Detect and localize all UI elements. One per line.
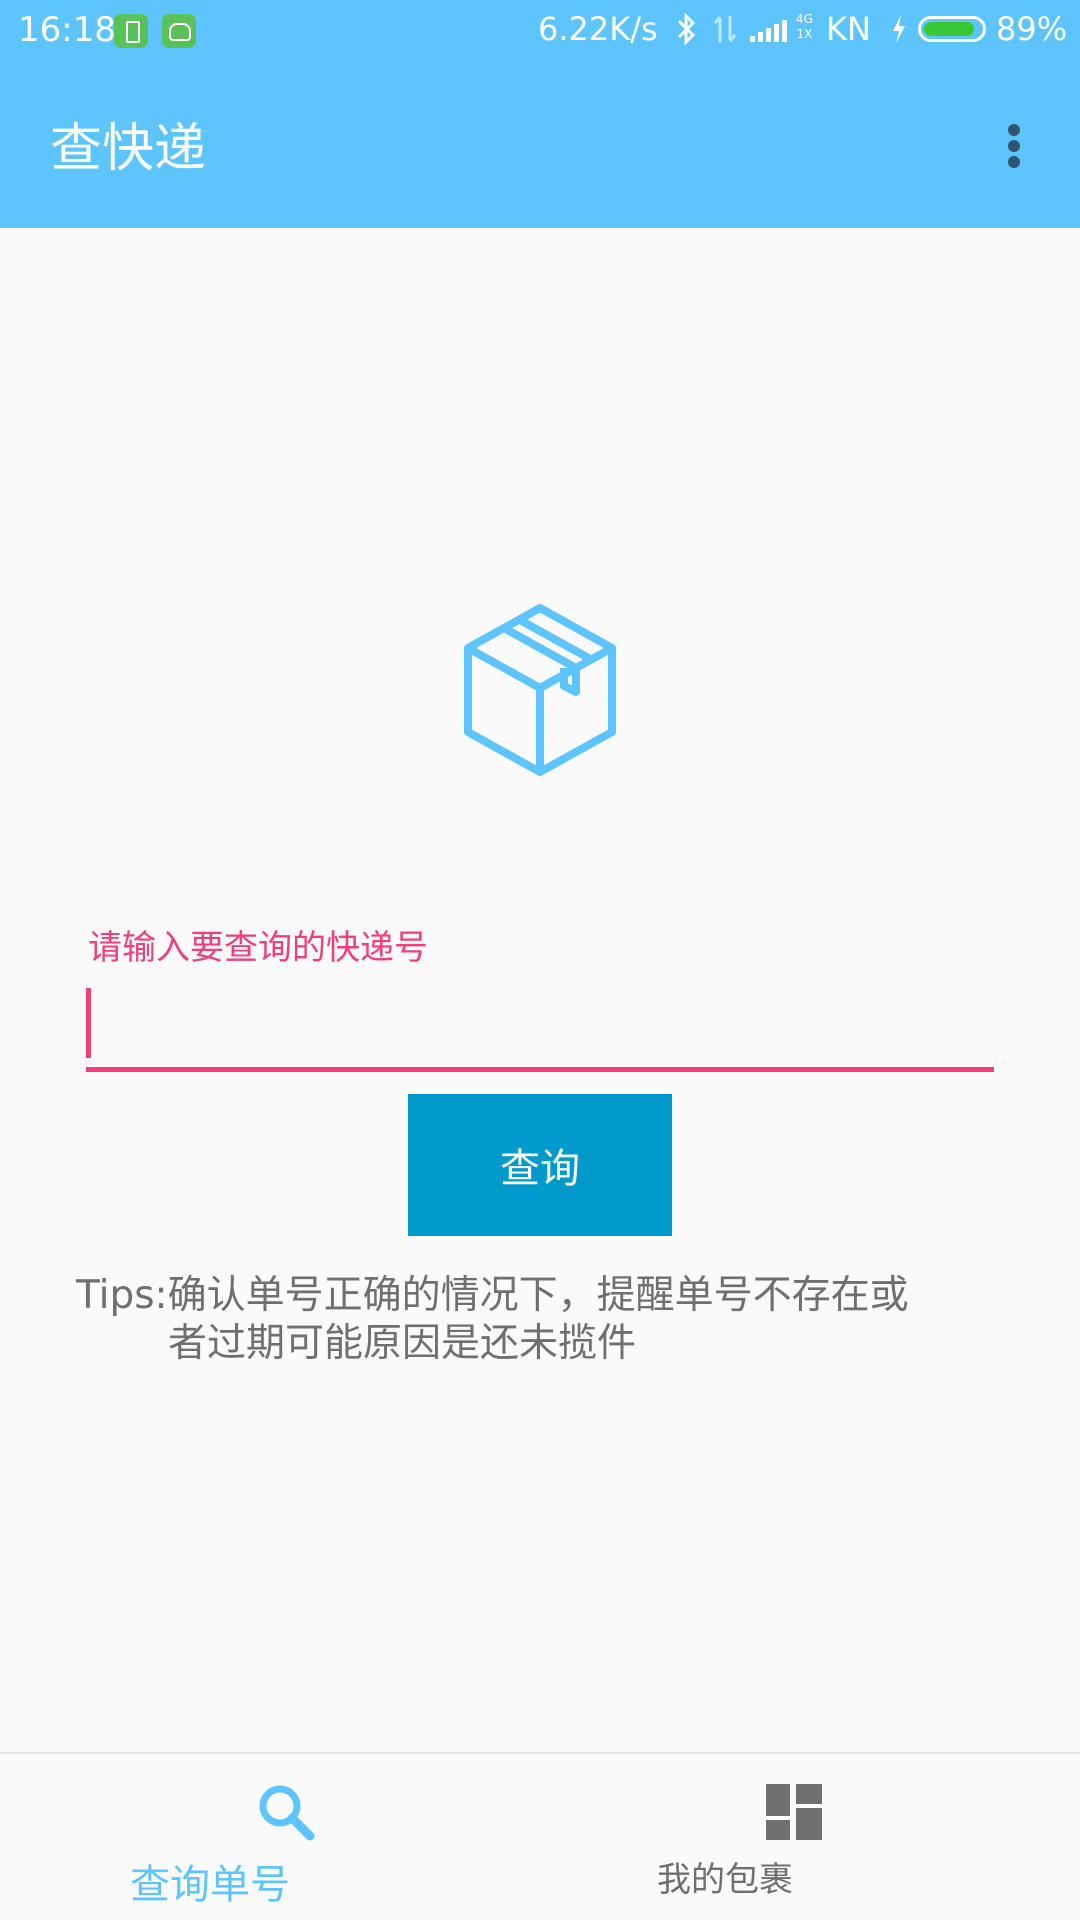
nav-item-query[interactable]: 查询单号	[0, 1754, 540, 1920]
tips-line-2: 者过期可能原因是还未揽件	[168, 1321, 637, 1366]
battery-percent: 89%	[996, 10, 1068, 48]
bluetooth-icon	[676, 12, 698, 53]
charging-icon	[890, 12, 908, 53]
menu-dot	[1008, 156, 1020, 168]
nav-label-packages: 我的包裹	[657, 1860, 793, 1900]
menu-dot	[1008, 140, 1020, 152]
text-cursor	[86, 988, 91, 1058]
bottom-navigation: 查询单号 我的包裹	[0, 1752, 1080, 1920]
status-bar: 16:18 6.22K/s 4G 1X KN 89%	[0, 0, 1080, 62]
network-speed: 6.22K/s	[538, 10, 658, 48]
query-button[interactable]: 查询	[408, 1094, 672, 1236]
battery-fill	[924, 22, 974, 36]
android-app-icon	[162, 14, 196, 48]
overflow-menu-icon[interactable]	[990, 114, 1038, 178]
app-bar: 查快递	[0, 62, 1080, 228]
nav-label-query: 查询单号	[130, 1862, 290, 1908]
carrier-label: KN	[826, 10, 871, 48]
network-type-4g: 4G	[796, 12, 813, 26]
status-time: 16:18	[18, 10, 116, 50]
tips-line-1: Tips:确认单号正确的情况下，提醒单号不存在或	[76, 1273, 909, 1318]
battery-icon	[918, 16, 986, 42]
battery-app-icon	[114, 14, 148, 48]
network-type: 4G 1X	[796, 12, 813, 42]
signal-icon	[750, 16, 790, 46]
nav-item-packages[interactable]: 我的包裹	[540, 1754, 1080, 1920]
page-title: 查快递	[50, 119, 207, 179]
tracking-number-input[interactable]	[86, 984, 994, 1072]
network-type-1x: 1X	[796, 27, 813, 41]
data-transfer-icon	[712, 12, 738, 53]
search-icon	[259, 1785, 315, 1841]
menu-dot	[1008, 124, 1020, 136]
dashboard-grid-icon	[766, 1784, 822, 1840]
screen: 16:18 6.22K/s 4G 1X KN 89% 查快递 请输入要查询的快递…	[0, 0, 1080, 1920]
tracking-number-label: 请输入要查询的快递号	[88, 928, 428, 968]
package-box-icon	[464, 604, 616, 776]
tips-text: Tips:确认单号正确的情况下，提醒单号不存在或 者过期可能原因是还未揽件	[76, 1272, 996, 1368]
